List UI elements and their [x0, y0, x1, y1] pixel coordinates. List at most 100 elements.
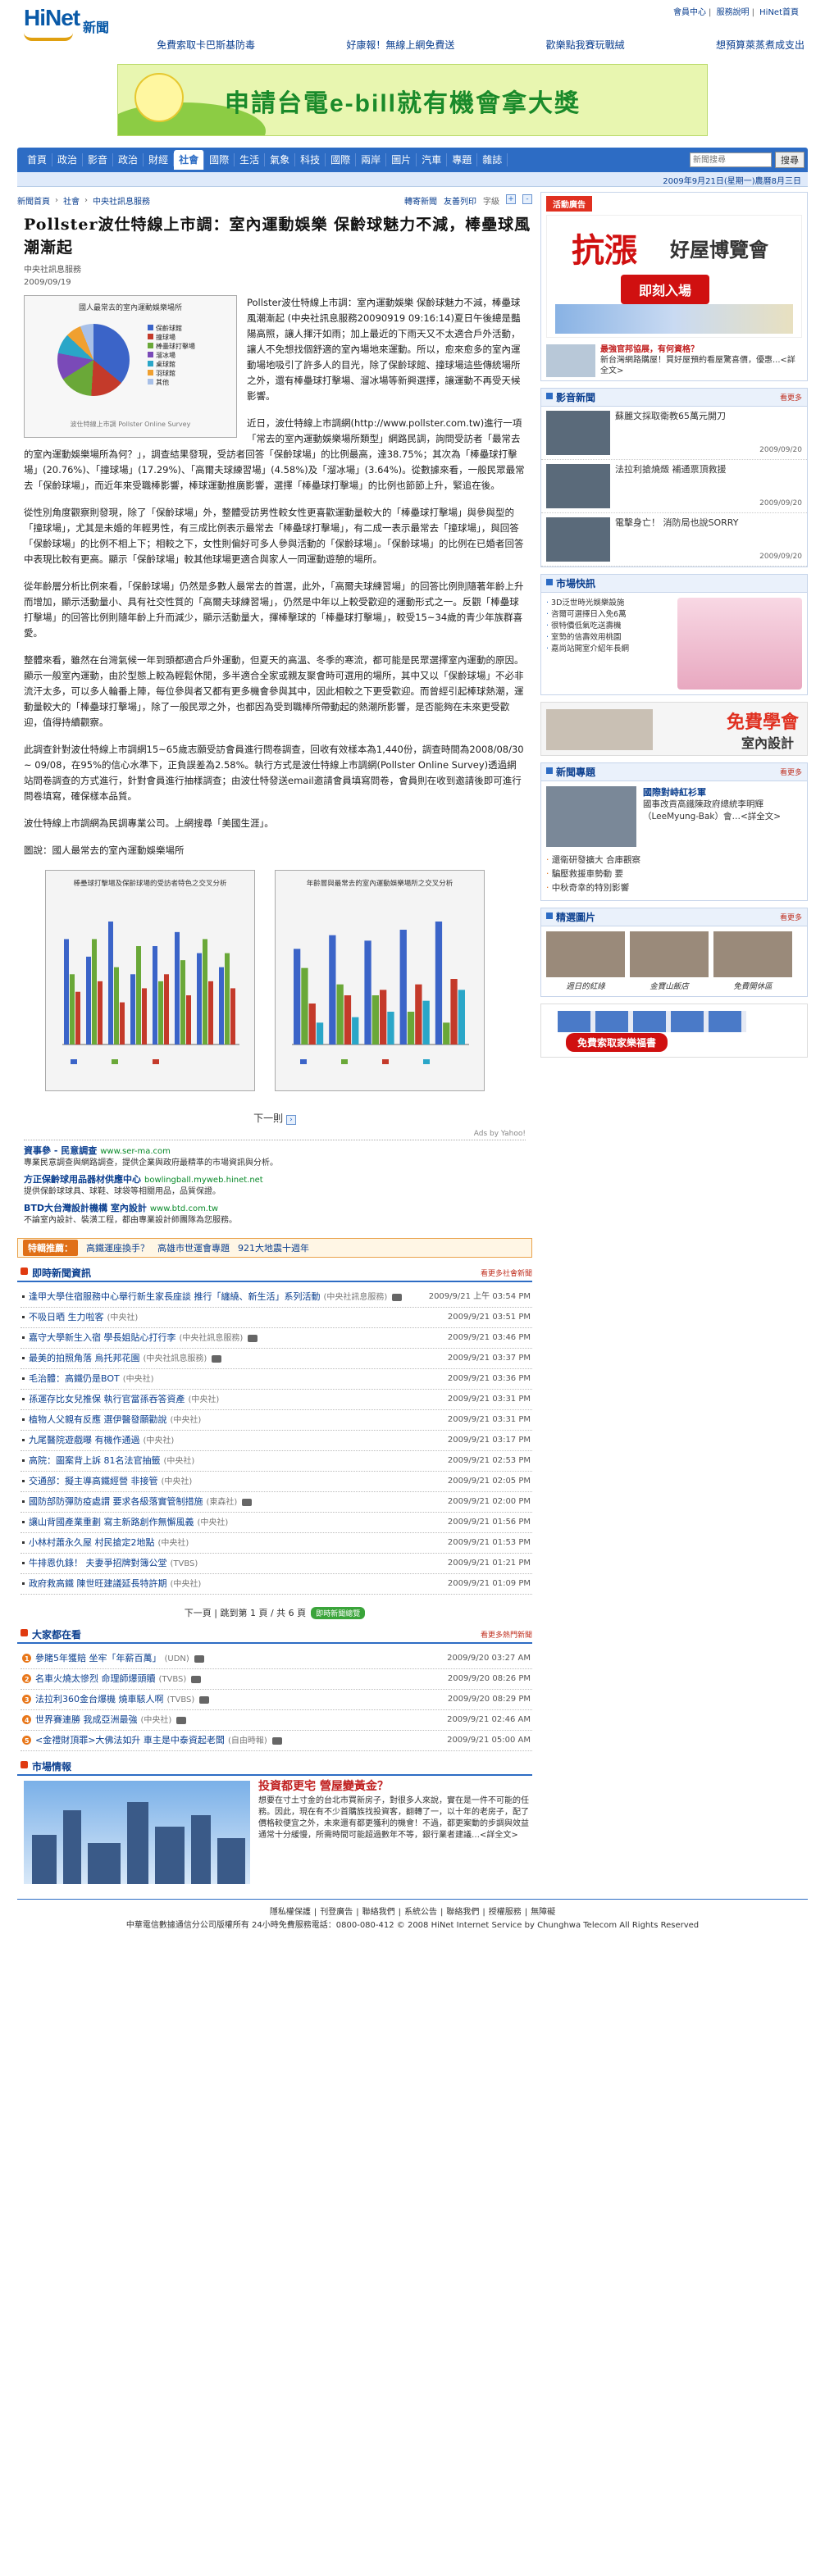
news-item[interactable]: 最美的拍照角落 烏托邦花園 (中央社訊息服務) 2009/9/21 03:37 PM: [21, 1349, 532, 1369]
nav-item-tech[interactable]: 科技: [295, 153, 326, 166]
topic-link[interactable]: 中秋奇幸的特別影響: [546, 881, 802, 895]
promo-link-1[interactable]: 免費索取卡巴斯基防毒: [157, 38, 255, 52]
promo-link-3[interactable]: 歡樂點我賽玩戰絨: [546, 38, 625, 52]
news-overview-button[interactable]: 即時新聞總覽: [311, 1607, 366, 1619]
print-link[interactable]: 友善列印: [444, 194, 476, 207]
popular-item[interactable]: 2 名車火燒太慘烈 命理師爆頭贖 (TVBS) 2009/9/20 08:26 PM: [21, 1669, 532, 1690]
ebill-banner[interactable]: 申請台電e-bill就有機會拿大獎: [117, 64, 708, 136]
news-item[interactable]: 牛排恩仇錄！ 夫妻爭招牌對簿公堂 (TVBS) 2009/9/21 01:21 PM: [21, 1554, 532, 1574]
nav-item-weather[interactable]: 氣象: [265, 153, 296, 166]
pager[interactable]: 下一頁 | 跳到第 1 頁 / 共 6 頁即時新聞總覽: [17, 1606, 532, 1619]
nav-item-video[interactable]: 影音: [83, 153, 114, 166]
footer-link[interactable]: 無障礙: [531, 1908, 555, 1917]
footer-link[interactable]: 隱私權保護: [270, 1908, 311, 1917]
news-item[interactable]: 小林村蕭永久屋 村民搶定2地點 (中央社) 2009/9/21 01:53 PM: [21, 1533, 532, 1554]
popular-item[interactable]: 1 參賭5年獲賠 坐牢「年薪百萬」 (UDN) 2009/9/20 03:27 AM: [21, 1649, 532, 1669]
market-image[interactable]: [677, 598, 802, 690]
popular-item[interactable]: 4 世界賽連勝 我成亞洲最強 (中央社) 2009/9/21 02:46 AM: [21, 1710, 532, 1731]
nav-item-topics[interactable]: 專題: [447, 153, 478, 166]
news-item[interactable]: 毛治體：高鐵仍是BOT (中央社) 2009/9/21 03:36 PM: [21, 1369, 532, 1390]
footer-link[interactable]: 聯絡我們: [446, 1908, 479, 1917]
nav-item-life[interactable]: 生活: [235, 153, 266, 166]
news-search-input[interactable]: [690, 152, 772, 167]
nav-item-finance[interactable]: 財經: [144, 153, 175, 166]
featured-link[interactable]: 高鐵運座換手？: [86, 1241, 149, 1254]
more-photos-link[interactable]: 看更多: [780, 912, 802, 922]
news-item[interactable]: 孫運存比女兒推保 執行官當孫吞答資產 (中央社) 2009/9/21 03:31 P…: [21, 1390, 532, 1410]
news-item[interactable]: 不吸日晒 生力啦客 (中央社) 2009/9/21 03:51 PM: [21, 1308, 532, 1328]
nav-item[interactable]: 國際: [326, 153, 357, 166]
news-item[interactable]: 嘉守大學新生入宿 學長姐貼心打行李 (中央社訊息服務) 2009/9/21 03:4…: [21, 1328, 532, 1349]
market-headline[interactable]: 投資都更宅 營屋變黃金？: [258, 1781, 532, 1792]
nav-item-magazine[interactable]: 雜誌: [477, 153, 508, 166]
news-item[interactable]: 高院：圖案背上訴 81名法官抽籤 (中央社) 2009/9/21 02:53 PM: [21, 1451, 532, 1472]
free-book-ad[interactable]: 免費索取家樂福書: [540, 1004, 808, 1058]
news-item[interactable]: 讓山背國產業重劃 寫主新路創作無懈風義 (中央社) 2009/9/21 01:56 …: [21, 1513, 532, 1533]
hinet-home-link[interactable]: HiNet首頁: [759, 8, 799, 17]
news-item[interactable]: 國防部防彈防疫處謂 要求各級落實管制措施 (東森社) 2009/9/21 02:00…: [21, 1492, 532, 1513]
topic-image[interactable]: [546, 786, 636, 847]
bar-chart-gender[interactable]: 棒壘球打擊場及保齡球場的受訪者特色之交叉分析: [45, 870, 255, 1091]
footer-link[interactable]: 聯絡我們: [362, 1908, 395, 1917]
news-item[interactable]: 交通部：擬主導高鐵經營 非接管 (中央社) 2009/9/21 02:05 PM: [21, 1472, 532, 1492]
more-video-link[interactable]: 看更多: [780, 392, 802, 403]
photo-item[interactable]: 免費開休區: [713, 931, 792, 991]
promo-link-2[interactable]: 好康報！無線上網免費送: [346, 38, 454, 52]
video-item[interactable]: 蘇麗文採取衛教65萬元開刀 2009/09/20: [541, 407, 807, 460]
footer-link[interactable]: 系統公告: [404, 1908, 437, 1917]
ad-item[interactable]: 資事參 - 民意調查 www.ser-ma.com 專業民意調查與網路調查，提供企業…: [24, 1145, 526, 1169]
popular-item[interactable]: 5 <金禮財頂罪>大佛法如升 車主是中泰資起老闆 (自由時報) 2009/9/21 0…: [21, 1731, 532, 1751]
nav-item-auto[interactable]: 汽車: [417, 153, 448, 166]
footer-link[interactable]: 授權服務: [489, 1908, 522, 1917]
font-increase-icon[interactable]: +: [506, 193, 516, 204]
market-link[interactable]: 很特價低氣吃送壽機: [546, 621, 677, 632]
pie-chart-figure[interactable]: 國人最常去的室內運動娛樂場所 保齡球館 撞球場 棒壘球打擊場 溜冰場 桌球館 羽…: [24, 295, 237, 438]
help-link[interactable]: 服務說明: [717, 8, 750, 17]
news-item[interactable]: 植物人父親有反應 選伊醫發願勸說 (中央社) 2009/9/21 03:31 PM: [21, 1410, 532, 1431]
photo-item[interactable]: 週日的紅綠: [546, 931, 625, 991]
nav-item-society[interactable]: 社會: [174, 150, 205, 170]
nav-item[interactable]: 政治: [52, 153, 84, 166]
member-link[interactable]: 會員中心: [673, 8, 706, 17]
nav-item[interactable]: 政治: [113, 153, 144, 166]
free-book-button[interactable]: 免費索取家樂福書: [566, 1033, 668, 1052]
more-topics-link[interactable]: 看更多: [780, 767, 802, 777]
font-decrease-icon[interactable]: -: [522, 193, 532, 204]
nav-item[interactable]: 國際: [204, 153, 235, 166]
more-society-news-link[interactable]: 看更多社會新聞: [481, 1268, 532, 1278]
news-item[interactable]: 九尾醫院遊戲曝 有機作通過 (中央社) 2009/9/21 03:17 PM: [21, 1431, 532, 1451]
ad-item[interactable]: 方正保齡球用品器材供應中心 bowlingball.myweb.hinet.net…: [24, 1174, 526, 1198]
nav-item-photos[interactable]: 圖片: [386, 153, 417, 166]
news-item[interactable]: 政府救高鐵 陳世旺建議延長特許期 (中央社) 2009/9/21 01:09 PM: [21, 1574, 532, 1595]
footer-link[interactable]: 刊登廣告: [320, 1908, 353, 1917]
next-article-link[interactable]: 下一則 ›: [17, 1111, 532, 1125]
news-item[interactable]: 逢甲大學住宿服務中心舉行新生家長座談 推行「纏繞、新生活」系列活動 (中央社訊息服…: [21, 1287, 532, 1308]
photo-item[interactable]: 金寶山飯店: [630, 931, 709, 991]
market-link[interactable]: 3D泛世時光娛樂設施: [546, 598, 677, 609]
popular-item[interactable]: 3 法拉利360金台爆機 燒車駭人啊 (TVBS) 2009/9/20 08:29 P…: [21, 1690, 532, 1710]
breadcrumb-home[interactable]: 新聞首頁: [17, 194, 50, 207]
market-link[interactable]: 室勢的信壽效用桃園: [546, 632, 677, 644]
featured-link[interactable]: 高雄市世運會專題: [157, 1241, 230, 1254]
bar-chart-age[interactable]: 年齡層與最常去的室內運動娛樂場所之交叉分析: [275, 870, 485, 1091]
house-expo-ad[interactable]: 抗漲 好屋博覽會 即刻入場: [546, 215, 802, 338]
topic-headline[interactable]: 國際對峙紅衫軍: [643, 786, 802, 799]
video-item[interactable]: 法拉利搶燒燬 補通票頂救援 2009/09/20: [541, 460, 807, 513]
topic-link[interactable]: 騙壓救援車勢動 要: [546, 867, 802, 881]
enter-button[interactable]: 即刻入場: [621, 275, 710, 304]
search-button[interactable]: 搜尋: [775, 152, 804, 168]
nav-item-cross-strait[interactable]: 兩岸: [356, 153, 387, 166]
more-hot-news-link[interactable]: 看更多熱門新聞: [481, 1629, 532, 1640]
nav-item-home[interactable]: 首頁: [22, 153, 53, 166]
interior-design-ad[interactable]: 免費學會 室內設計: [540, 702, 808, 756]
promo-link-4[interactable]: 想預算萊蒸煮成支出: [716, 38, 804, 52]
featured-link[interactable]: 921大地震十週年: [238, 1241, 309, 1254]
video-item[interactable]: 電擊身亡！ 消防局也說SORRY 2009/09/20: [541, 513, 807, 567]
topic-link[interactable]: 還衛研發擴大 合庫觀察: [546, 853, 802, 867]
market-link[interactable]: 嘉尚站開室介紹年長網: [546, 644, 677, 655]
hinet-logo[interactable]: HiNet: [24, 5, 81, 41]
city-image[interactable]: [24, 1781, 250, 1884]
ad-item[interactable]: BTD大台灣設計機構 室內設計 www.btd.com.tw 不論室內設計、裝潢工程…: [24, 1203, 526, 1227]
forward-link[interactable]: 轉寄新聞: [404, 194, 437, 207]
breadcrumb-society[interactable]: 社會: [63, 194, 80, 207]
